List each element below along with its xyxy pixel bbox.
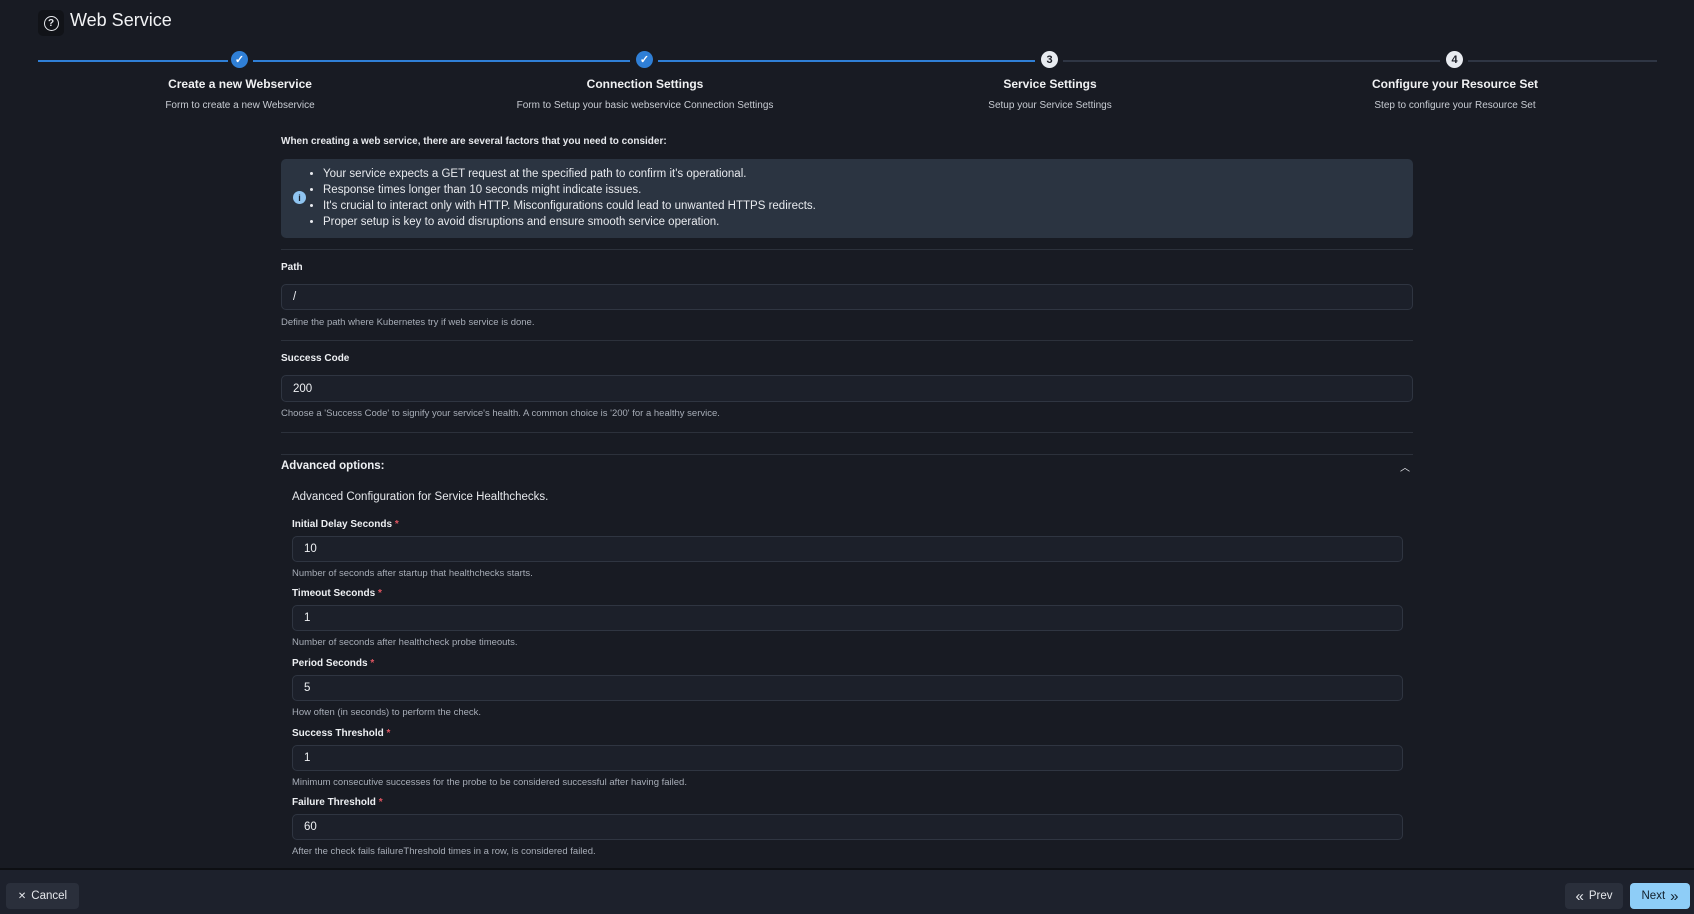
advanced-field-label: Failure Threshold * [292,797,383,808]
success-code-input[interactable]: 200 [281,375,1413,402]
info-item: Response times longer than 10 seconds mi… [323,182,816,198]
step-3-description: Setup your Service Settings [988,100,1112,111]
step-3-title: Service Settings [1003,77,1097,91]
required-mark: * [378,797,383,808]
advanced-field-help: Number of seconds after startup that hea… [292,568,533,579]
step-1-description: Form to create a new Webservice [165,100,315,111]
step-4-number: 4 [1446,51,1463,68]
step-2-description: Form to Setup your basic webservice Conn… [516,100,774,111]
stepper-line [253,60,630,62]
next-label: Next [1641,890,1666,902]
info-item: Proper setup is key to avoid disruptions… [323,214,816,230]
chevrons-right-icon: » [1670,887,1679,905]
step-4-description: Step to configure your Resource Set [1374,100,1536,111]
required-mark: * [386,728,391,739]
info-item: Your service expects a GET request at th… [323,166,816,182]
advanced-field-input[interactable]: 1 [292,605,1403,631]
divider [281,340,1413,341]
help-circle-icon[interactable]: ? [38,10,64,36]
path-input[interactable]: / [281,284,1413,310]
advanced-field-label: Period Seconds * [292,658,375,669]
footer: ✕ Cancel « Prev Next » [0,868,1694,914]
success-code-help: Choose a 'Success Code' to signify your … [281,408,720,419]
success-code-label: Success Code [281,353,350,364]
info-icon: i [293,191,306,204]
divider [281,454,1413,455]
path-help: Define the path where Kubernetes try if … [281,317,535,328]
advanced-options-toggle[interactable]: Advanced options: ︿ [281,459,1413,475]
advanced-field-input[interactable]: 10 [292,536,1403,562]
stepper-line [1063,60,1440,62]
chevron-up-icon[interactable]: ︿ [1400,459,1410,474]
advanced-options-title: Advanced options: [281,460,385,472]
stepper-line [38,60,228,62]
step-1-title: Create a new Webservice [168,77,312,91]
advanced-description: Advanced Configuration for Service Healt… [292,491,549,503]
step-2-check-icon: ✓ [636,51,653,68]
advanced-field-label: Success Threshold * [292,728,391,739]
step-2-title: Connection Settings [586,77,704,91]
path-label: Path [281,262,303,273]
stepper-line [658,60,1035,62]
divider [281,432,1413,433]
info-heading: When creating a web service, there are s… [281,136,667,147]
required-mark: * [394,519,399,530]
page-title: Web Service [70,10,172,30]
cancel-label: Cancel [31,890,68,902]
required-mark: * [377,588,382,599]
advanced-field-input[interactable]: 60 [292,814,1403,840]
advanced-field-help: Minimum consecutive successes for the pr… [292,777,687,788]
info-item: It's crucial to interact only with HTTP.… [323,198,816,214]
advanced-field-input[interactable]: 5 [292,675,1403,701]
next-button[interactable]: Next » [1630,883,1690,909]
cancel-button[interactable]: ✕ Cancel [6,883,79,909]
step-4-title: Configure your Resource Set [1371,77,1539,91]
advanced-field-help: How often (in seconds) to perform the ch… [292,707,482,718]
step-1-check-icon: ✓ [231,51,248,68]
close-icon: ✕ [17,890,27,902]
required-mark: * [370,658,375,669]
advanced-field-label: Initial Delay Seconds * [292,519,399,530]
stepper-line [1468,60,1657,62]
advanced-field-input[interactable]: 1 [292,745,1403,771]
chevrons-left-icon: « [1575,887,1584,905]
advanced-field-help: After the check fails failureThreshold t… [292,846,596,857]
prev-button[interactable]: « Prev [1565,883,1623,909]
info-box: i Your service expects a GET request at … [281,159,1413,238]
advanced-field-help: Number of seconds after healthcheck prob… [292,637,518,648]
advanced-field-label: Timeout Seconds * [292,588,382,599]
step-3-number: 3 [1041,51,1058,68]
prev-label: Prev [1588,890,1613,902]
divider [281,249,1413,250]
